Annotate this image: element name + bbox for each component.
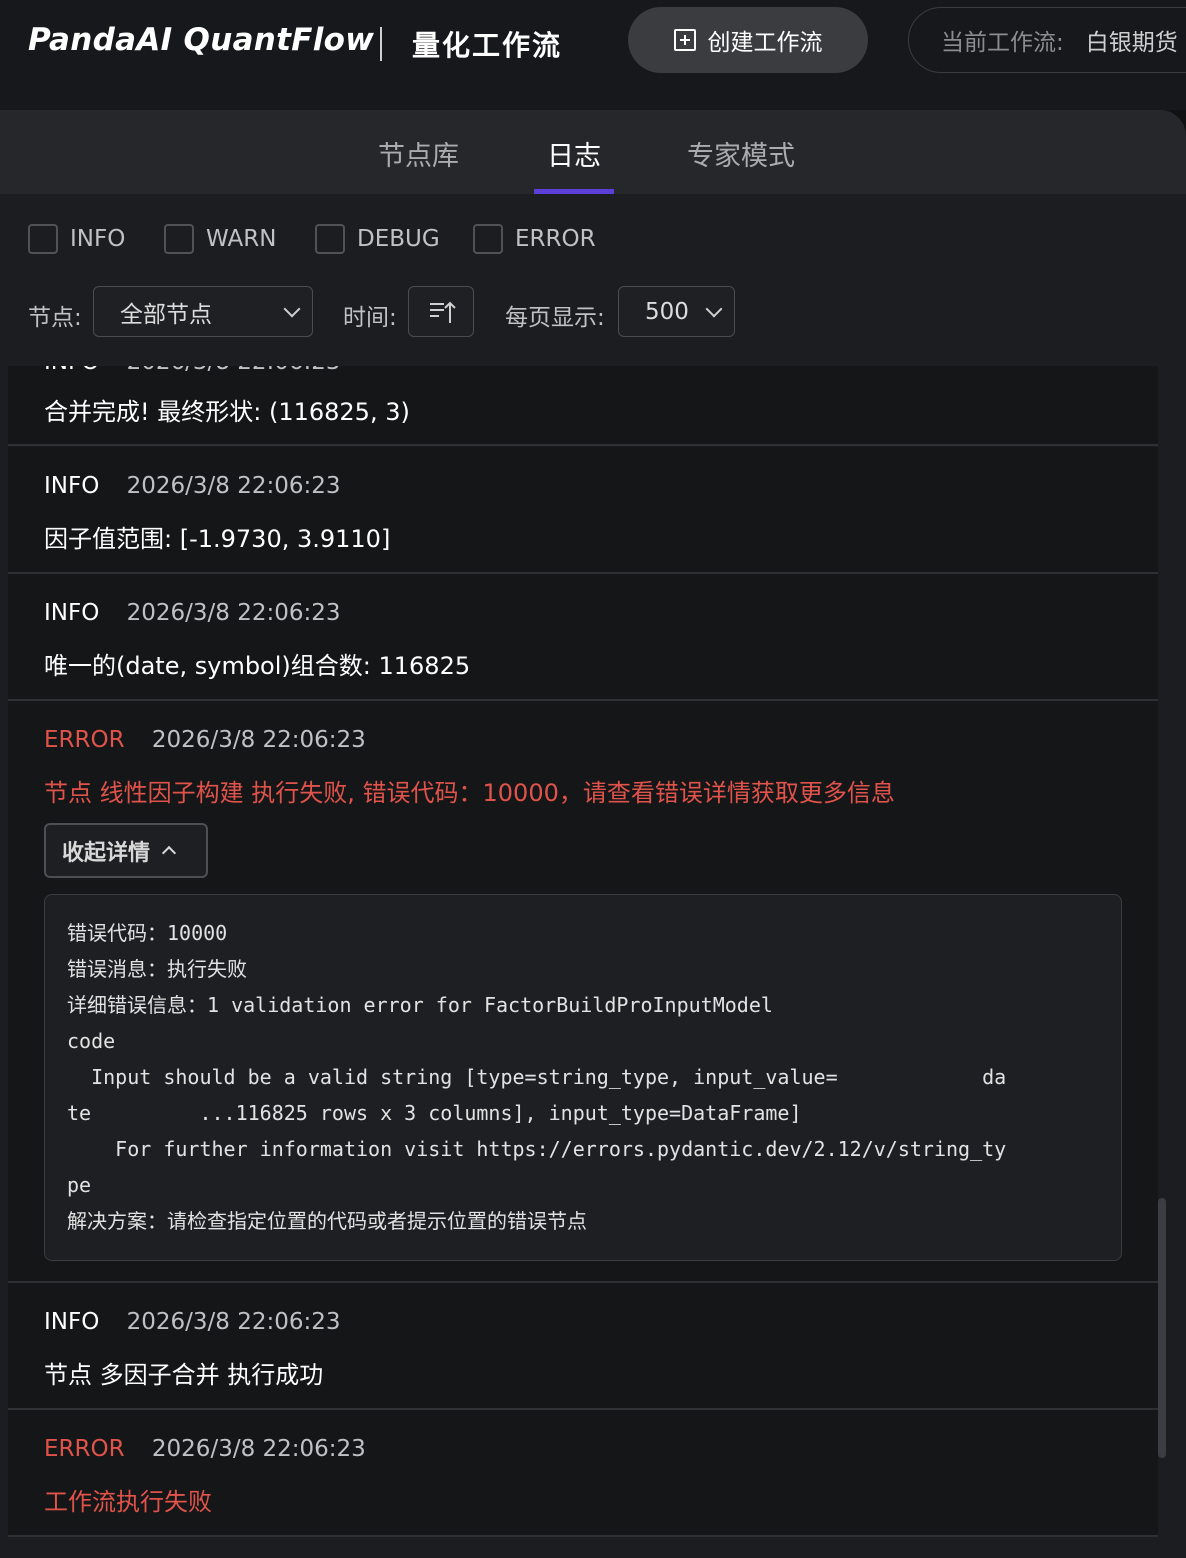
log-message: 节点 线性因子构建 执行失败, 错误代码：10000，请查看错误详情获取更多信息 <box>44 779 895 807</box>
filter-warn-label: WARN <box>206 226 277 252</box>
log-level: INFO <box>44 473 100 499</box>
log-time: 2026/3/8 22:06:23 <box>126 1309 341 1335</box>
log-time: 2026/3/8 22:06:23 <box>151 1436 366 1462</box>
time-sort-label: 时间: <box>343 305 397 331</box>
log-level: ERROR <box>44 1436 125 1462</box>
filter-debug-label: DEBUG <box>357 226 440 252</box>
page-size-label: 每页显示: <box>505 305 605 331</box>
tab-expert-mode[interactable]: 专家模式 <box>687 134 795 173</box>
log-level: INFO <box>44 366 99 375</box>
log-level: INFO <box>44 600 100 626</box>
node-filter-value: 全部节点 <box>120 301 212 328</box>
log-message: 工作流执行失败 <box>44 1488 212 1516</box>
checkbox-box <box>473 224 503 254</box>
brand-subtitle: 量化工作流 <box>412 29 563 62</box>
tab-node-library[interactable]: 节点库 <box>378 134 459 173</box>
log-list[interactable]: INFO 2026/3/8 22:06:23 合并完成! 最终形状: (1168… <box>8 366 1158 1558</box>
time-sort-button[interactable] <box>408 286 474 337</box>
log-meta: INFO 2026/3/8 22:06:23 <box>44 473 341 499</box>
filter-warn-checkbox[interactable]: WARN <box>164 224 276 254</box>
app-header: PandaAI QuantFlow 量化工作流 创建工作流 当前工作流: 白银期… <box>0 0 1186 110</box>
filter-debug-checkbox[interactable]: DEBUG <box>315 224 440 254</box>
log-meta: INFO 2026/3/8 22:06:23 <box>44 366 341 375</box>
log-time: 2026/3/8 22:06:23 <box>151 727 366 753</box>
collapse-details-button[interactable]: 收起详情 <box>44 823 208 878</box>
current-workflow-selector[interactable]: 当前工作流: 白银期货 <box>908 7 1186 73</box>
log-time: 2026/3/8 22:06:23 <box>127 366 341 375</box>
tab-logs[interactable]: 日志 <box>547 134 601 173</box>
log-message: 节点 多因子合并 执行成功 <box>44 1361 324 1389</box>
log-time: 2026/3/8 22:06:23 <box>126 600 341 626</box>
brand-logo: PandaAI QuantFlow <box>28 22 375 58</box>
page-size-select[interactable]: 500 <box>618 286 735 337</box>
log-message: 唯一的(date, symbol)组合数: 116825 <box>44 652 471 680</box>
log-filters: INFO WARN DEBUG ERROR 节点: 全部节点 时间: 每页显示:… <box>0 194 1186 366</box>
collapse-details-label: 收起详情 <box>62 840 151 866</box>
plus-square-icon <box>673 29 696 51</box>
create-workflow-label: 创建工作流 <box>707 30 823 56</box>
log-entry: INFO 2026/3/8 22:06:23 节点 多因子合并 执行成功 <box>8 1283 1158 1410</box>
checkbox-box <box>315 224 345 254</box>
log-time: 2026/3/8 22:06:23 <box>126 473 341 499</box>
brand-divider <box>380 27 382 61</box>
panel-tabs: 节点库 日志 专家模式 <box>0 110 1186 194</box>
filter-error-checkbox[interactable]: ERROR <box>473 224 596 254</box>
log-level: ERROR <box>44 727 125 753</box>
sort-ascending-icon <box>430 301 456 323</box>
chevron-down-icon <box>283 300 301 318</box>
log-panel: 节点库 日志 专家模式 INFO WARN DEBUG ERROR 节点: 全部… <box>0 110 1186 1558</box>
log-message: 合并完成! 最终形状: (116825, 3) <box>44 398 410 426</box>
log-entry-error: ERROR 2026/3/8 22:06:23 节点 线性因子构建 执行失败, … <box>8 701 1158 1283</box>
log-meta: INFO 2026/3/8 22:06:23 <box>44 1309 341 1335</box>
log-scrollbar[interactable] <box>1158 1198 1166 1458</box>
log-meta: INFO 2026/3/8 22:06:23 <box>44 600 341 626</box>
log-meta: ERROR 2026/3/8 22:06:23 <box>44 1436 366 1462</box>
filter-error-label: ERROR <box>515 226 596 252</box>
checkbox-box <box>164 224 194 254</box>
filter-info-label: INFO <box>70 226 126 252</box>
log-message: 因子值范围: [-1.9730, 3.9110] <box>44 525 391 553</box>
log-level: INFO <box>44 1309 100 1335</box>
log-entry: INFO 2026/3/8 22:06:23 合并完成! 最终形状: (1168… <box>8 366 1158 446</box>
log-entry: INFO 2026/3/8 22:06:23 因子值范围: [-1.9730, … <box>8 447 1158 574</box>
error-detail-box: 错误代码：10000 错误消息：执行失败 详细错误信息：1 validation… <box>44 894 1122 1261</box>
log-entry-error: ERROR 2026/3/8 22:06:23 工作流执行失败 <box>8 1410 1158 1537</box>
chevron-up-icon <box>161 845 177 861</box>
chevron-down-icon <box>705 300 723 318</box>
current-workflow-value: 白银期货 <box>1085 30 1178 56</box>
checkbox-box <box>28 224 58 254</box>
node-filter-select[interactable]: 全部节点 <box>93 286 313 337</box>
log-meta: ERROR 2026/3/8 22:06:23 <box>44 727 366 753</box>
current-workflow-label: 当前工作流: <box>941 30 1064 56</box>
create-workflow-button[interactable]: 创建工作流 <box>628 7 868 73</box>
filter-info-checkbox[interactable]: INFO <box>28 224 125 254</box>
log-entry: INFO 2026/3/8 22:06:23 唯一的(date, symbol)… <box>8 574 1158 701</box>
page-size-value: 500 <box>645 298 689 325</box>
node-filter-label: 节点: <box>28 305 82 331</box>
